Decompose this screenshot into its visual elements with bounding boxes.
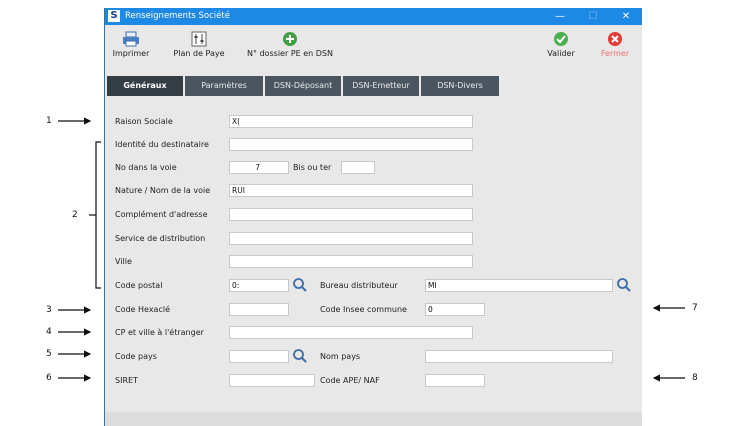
bis-ter-input[interactable]: [341, 161, 375, 174]
print-label: Imprimer: [112, 49, 150, 58]
service-input[interactable]: [229, 232, 473, 245]
identite-label: Identité du destinataire: [115, 140, 209, 149]
callout-4: 4: [46, 327, 52, 337]
callout-8: 8: [692, 373, 698, 383]
status-bar: [105, 412, 642, 426]
nature-voie-label: Nature / Nom de la voie: [115, 186, 211, 195]
title-bar[interactable]: S Renseignements Société — ☐ ✕: [105, 8, 642, 25]
search-icon-pays[interactable]: [292, 348, 308, 364]
close-window-button[interactable]: ✕: [611, 8, 641, 25]
complement-label: Complément d'adresse: [115, 210, 208, 219]
tab-dsn-divers[interactable]: DSN-Divers: [421, 76, 499, 96]
dossier-pe-label: N° dossier PE en DSN: [247, 49, 333, 58]
company-info-window: S Renseignements Société — ☐ ✕ Imprimer …: [105, 8, 642, 426]
payroll-plan-icon: [191, 31, 207, 47]
insee-input[interactable]: 0: [425, 303, 485, 316]
bureau-label: Bureau distributeur: [320, 281, 398, 290]
callout-2: 2: [72, 210, 78, 220]
raison-sociale-label: Raison Sociale: [115, 117, 173, 126]
code-pays-input[interactable]: [229, 350, 289, 363]
no-voie-input[interactable]: 7: [229, 161, 289, 174]
code-pays-label: Code pays: [115, 352, 157, 361]
tab-parametres[interactable]: Paramètres: [185, 76, 263, 96]
check-icon: [554, 32, 568, 46]
close-button[interactable]: Fermer: [597, 31, 633, 58]
nom-pays-label: Nom pays: [320, 352, 361, 361]
search-icon-postal[interactable]: [292, 277, 308, 293]
tab-dsn-deposant[interactable]: DSN-Déposant: [265, 76, 341, 96]
ape-label: Code APE/ NAF: [320, 376, 380, 385]
ville-input[interactable]: [229, 255, 473, 268]
payroll-plan-button[interactable]: Plan de Paye: [169, 31, 229, 58]
code-postal-label: Code postal: [115, 281, 163, 290]
ape-input[interactable]: [425, 374, 485, 387]
hexacle-input[interactable]: [229, 303, 289, 316]
siret-input[interactable]: [229, 374, 315, 387]
siret-label: SIRET: [115, 376, 138, 385]
complement-input[interactable]: [229, 208, 473, 221]
ville-label: Ville: [115, 257, 132, 266]
printer-icon: [123, 31, 139, 47]
dossier-pe-button[interactable]: N° dossier PE en DSN: [240, 31, 340, 58]
validate-label: Valider: [547, 49, 575, 58]
insee-label: Code Insee commune: [320, 305, 407, 314]
toolbar: Imprimer Plan de Paye N° dossier PE en D…: [105, 25, 642, 75]
identite-input[interactable]: [229, 138, 473, 151]
callout-5: 5: [46, 349, 52, 359]
search-icon-bureau[interactable]: [616, 277, 632, 293]
nom-pays-input[interactable]: [425, 350, 613, 363]
print-button[interactable]: Imprimer: [111, 31, 151, 58]
callout-1: 1: [46, 116, 52, 126]
callout-3: 3: [46, 305, 52, 315]
payroll-plan-label: Plan de Paye: [173, 49, 225, 58]
tab-dsn-emetteur[interactable]: DSN-Emetteur: [343, 76, 419, 96]
callout-7: 7: [692, 303, 698, 313]
raison-sociale-input[interactable]: X(: [229, 115, 473, 128]
plus-icon: [283, 32, 297, 46]
service-label: Service de distribution: [115, 234, 206, 243]
code-postal-input[interactable]: 0:: [229, 279, 289, 292]
app-logo: S: [108, 10, 120, 22]
cp-etranger-input[interactable]: [229, 326, 473, 339]
callout-6: 6: [46, 373, 52, 383]
window-title: Renseignements Société: [125, 11, 230, 21]
maximize-button[interactable]: ☐: [578, 8, 608, 25]
cp-etranger-label: CP et ville à l'étranger: [115, 328, 204, 337]
validate-button[interactable]: Valider: [543, 31, 579, 58]
hexacle-label: Code Hexaclé: [115, 305, 170, 314]
bis-ter-label: Bis ou ter: [293, 163, 332, 172]
nature-voie-input[interactable]: RUI: [229, 184, 473, 197]
bureau-input[interactable]: MI: [425, 279, 613, 292]
close-icon: [608, 32, 622, 46]
close-label: Fermer: [600, 49, 630, 58]
no-voie-label: No dans la voie: [115, 163, 177, 172]
minimize-button[interactable]: —: [545, 8, 575, 25]
tab-generaux[interactable]: Généraux: [107, 76, 183, 96]
